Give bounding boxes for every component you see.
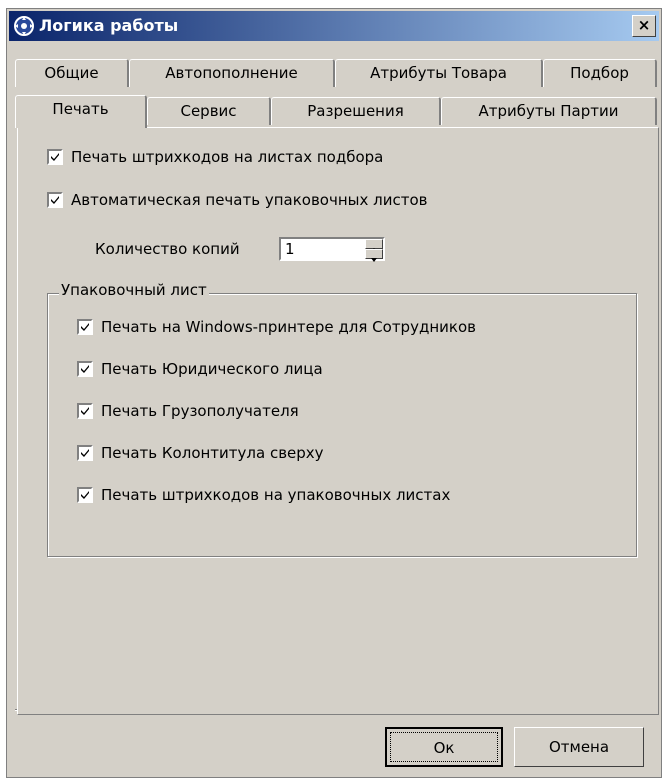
checkmark-icon: [81, 449, 89, 457]
title-bar[interactable]: Логика работы ×: [9, 11, 659, 41]
tab-permissions[interactable]: Разрешения: [271, 97, 441, 125]
triangle-down-icon: [371, 258, 377, 262]
copies-spinner[interactable]: 1: [279, 237, 385, 262]
copies-value[interactable]: 1: [285, 240, 295, 258]
copies-label: Количество копий: [95, 240, 240, 258]
checkmark-icon: [81, 407, 89, 415]
checkmark-icon: [81, 491, 89, 499]
tab-product-attributes[interactable]: Атрибуты Товара: [335, 59, 543, 87]
checkmark-icon: [51, 153, 59, 161]
checkbox-box[interactable]: [47, 192, 63, 208]
dialog-window: Логика работы × Общие Автопополнение Атр…: [6, 8, 662, 778]
checkbox-label: Печать штрихкодов на упаковочных листах: [101, 486, 451, 504]
tab-print[interactable]: Печать: [15, 95, 147, 128]
spin-up-button[interactable]: [365, 239, 383, 252]
checkbox-label: Печать Грузополучателя: [101, 402, 299, 420]
checkbox-label: Автоматическая печать упаковочных листов: [71, 191, 428, 209]
tab-label: Автопополнение: [165, 64, 298, 82]
tab-selection[interactable]: Подбор: [543, 59, 657, 87]
checkbox-label: Печать Колонтитула сверху: [101, 444, 324, 462]
checkbox-label: Печать на Windows-принтере для Сотрудник…: [101, 318, 476, 336]
checkbox-label: Печать Юридического лица: [101, 360, 323, 378]
ok-button[interactable]: Ок: [385, 727, 503, 767]
cancel-button-label: Отмена: [548, 738, 610, 756]
checkbox-box[interactable]: [47, 149, 63, 165]
tab-label: Сервис: [180, 102, 237, 120]
tab-general[interactable]: Общие: [15, 59, 129, 87]
checkbox-box[interactable]: [77, 445, 93, 461]
tab-service[interactable]: Сервис: [147, 97, 271, 125]
groupbox-title: Упаковочный лист: [59, 281, 209, 299]
checkmark-icon: [51, 196, 59, 204]
focus-rect: [390, 732, 498, 762]
checkbox-box[interactable]: [77, 361, 93, 377]
checkmark-icon: [81, 365, 89, 373]
tab-autorefill[interactable]: Автопополнение: [129, 59, 335, 87]
cancel-button[interactable]: Отмена: [514, 727, 644, 767]
checkbox-box[interactable]: [77, 319, 93, 335]
window-title: Логика работы: [39, 16, 179, 35]
tab-label: Подбор: [570, 64, 629, 82]
checkbox-label: Печать штрихкодов на листах подбора: [71, 148, 384, 166]
tab-label: Атрибуты Партии: [478, 102, 619, 120]
tab-label: Разрешения: [307, 102, 404, 120]
close-icon: ×: [637, 16, 651, 34]
tab-batch-attributes[interactable]: Атрибуты Партии: [441, 97, 657, 125]
spinner-buttons: [365, 239, 383, 262]
close-button[interactable]: ×: [632, 15, 656, 37]
tab-label: Печать: [52, 100, 109, 118]
tab-label: Общие: [44, 64, 99, 82]
app-icon: [13, 15, 35, 37]
checkbox-box[interactable]: [77, 487, 93, 503]
checkbox-box[interactable]: [77, 403, 93, 419]
checkmark-icon: [81, 323, 89, 331]
spin-down-button[interactable]: [365, 249, 383, 262]
tab-label: Атрибуты Товара: [370, 64, 507, 82]
